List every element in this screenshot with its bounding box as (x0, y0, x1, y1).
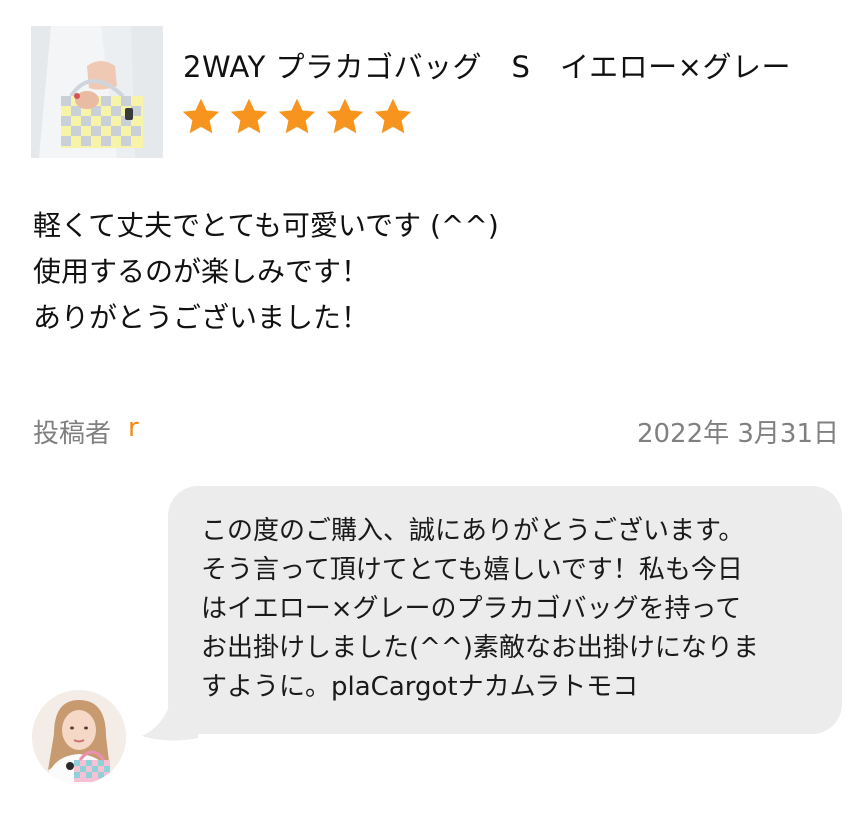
shop-reply-bubble: この度のご購入、誠にありがとうございます。 そう言って頂けてとても嬉しいです！私… (168, 486, 842, 734)
star-icon (326, 98, 364, 134)
star-icon (374, 98, 412, 134)
product-photo-bag-icon (31, 26, 163, 158)
shop-reply-text: この度のご購入、誠にありがとうございます。 そう言って頂けてとても嬉しいです！私… (201, 512, 821, 707)
product-title[interactable]: 2WAY プラカゴバッグ S イエロー×グレー (183, 44, 791, 86)
star-rating (180, 96, 414, 138)
post-date: 2022年 3月31日 (636, 419, 839, 449)
reply-line: お出掛けしました(^^)素敵なお出掛けになりま (201, 633, 759, 663)
review-line: ありがとうございました！ (33, 301, 370, 334)
reply-line: はイエロー×グレーのプラカゴバッグを持って (201, 594, 742, 624)
review-text: 軽くて丈夫でとても可愛いです (^^) 使用するのが楽しみです！ ありがとうござ… (33, 203, 833, 341)
reply-line: この度のご購入、誠にありがとうございます。 (201, 516, 745, 546)
avatar[interactable] (32, 690, 126, 784)
star-icon (230, 98, 268, 134)
poster-label: 投稿者 (33, 419, 112, 449)
poster-name[interactable]: r (128, 413, 144, 443)
reply-line: そう言って頂けてとても嬉しいです！私も今日 (201, 555, 743, 585)
star-icon (278, 98, 316, 134)
star-icon (182, 98, 220, 134)
review-line: 使用するのが楽しみです！ (33, 255, 370, 288)
review-meta: 投稿者 r 2022年 3月31日 (33, 413, 839, 453)
review-line: 軽くて丈夫でとても可愛いです (^^) (33, 209, 499, 242)
product-thumbnail[interactable] (31, 26, 163, 158)
reply-line: すように。plaCargotナカムラトモコ (201, 672, 639, 702)
shop-staff-avatar-icon (32, 690, 126, 784)
